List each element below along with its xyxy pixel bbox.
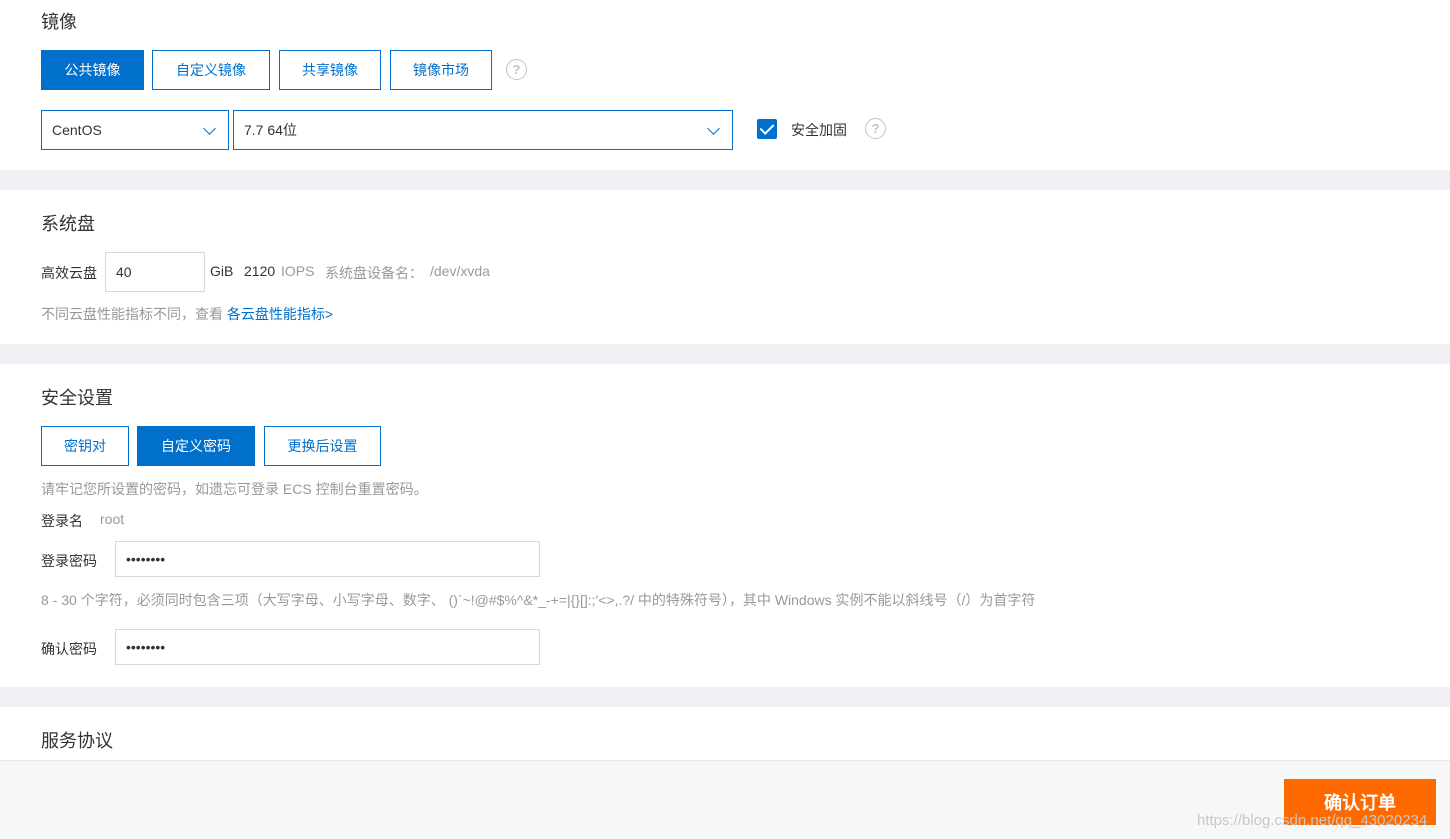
tab-image-market[interactable]: 镜像市场: [390, 50, 492, 90]
disk-perf-link[interactable]: 各云盘性能指标>: [227, 306, 333, 322]
iops-unit: IOPS: [281, 263, 315, 279]
tab-custom-image[interactable]: 自定义镜像: [152, 50, 270, 90]
help-icon[interactable]: ?: [506, 59, 527, 80]
security-harden-label: 安全加固: [791, 122, 847, 138]
disk-size-unit: GiB: [210, 263, 234, 279]
chevron-down-icon: [203, 122, 216, 135]
disk-section-title: 系统盘: [41, 214, 95, 234]
tab-custom-password[interactable]: 自定义密码: [137, 426, 255, 466]
tab-shared-image[interactable]: 共享镜像: [279, 50, 381, 90]
disk-panel: 系统盘 高效云盘 GiB 2120 IOPS 系统盘设备名： /dev/xvda…: [0, 190, 1450, 344]
os-select-value: CentOS: [52, 122, 102, 138]
agreement-section-title: 服务协议: [41, 731, 113, 751]
version-select[interactable]: 7.7 64位: [233, 110, 733, 150]
image-section-title: 镜像: [41, 12, 77, 32]
image-panel: 镜像 公共镜像 自定义镜像 共享镜像 镜像市场 ? CentOS 7.7 64位…: [0, 0, 1450, 170]
confirm-password-input[interactable]: ••••••••: [115, 629, 540, 665]
tab-public-image[interactable]: 公共镜像: [41, 50, 144, 90]
disk-size-input[interactable]: [105, 252, 205, 292]
version-select-value: 7.7 64位: [244, 122, 297, 138]
os-select[interactable]: CentOS: [41, 110, 229, 150]
agreement-panel: 服务协议: [0, 707, 1450, 767]
login-name-label: 登录名: [41, 513, 83, 529]
tab-key-pair[interactable]: 密钥对: [41, 426, 129, 466]
tab-set-later[interactable]: 更换后设置: [264, 426, 381, 466]
security-panel: 安全设置 密钥对 自定义密码 更换后设置 请牢记您所设置的密码，如遗忘可登录 E…: [0, 364, 1450, 687]
password-rule: 8 - 30 个字符，必须同时包含三项（大写字母、小写字母、数字、 ()`~!@…: [41, 592, 1036, 608]
watermark: https://blog.csdn.net/qq_43020234: [1197, 812, 1428, 829]
device-name: /dev/xvda: [430, 263, 490, 279]
disk-perf-note-text: 不同云盘性能指标不同，查看: [41, 306, 223, 322]
confirm-password-label: 确认密码: [41, 641, 97, 657]
password-hint: 请牢记您所设置的密码，如遗忘可登录 ECS 控制台重置密码。: [41, 481, 428, 497]
device-label: 系统盘设备名：: [325, 265, 423, 281]
disk-perf-note: 不同云盘性能指标不同，查看 各云盘性能指标>: [41, 304, 333, 324]
login-name-value: root: [100, 511, 125, 527]
password-label: 登录密码: [41, 553, 97, 569]
password-input[interactable]: ••••••••: [115, 541, 540, 577]
help-icon[interactable]: ?: [865, 118, 886, 139]
security-section-title: 安全设置: [41, 388, 113, 408]
disk-type-label: 高效云盘: [41, 265, 97, 281]
iops-value: 2120: [244, 263, 276, 279]
chevron-down-icon: [707, 122, 720, 135]
security-harden-checkbox[interactable]: [757, 119, 777, 139]
